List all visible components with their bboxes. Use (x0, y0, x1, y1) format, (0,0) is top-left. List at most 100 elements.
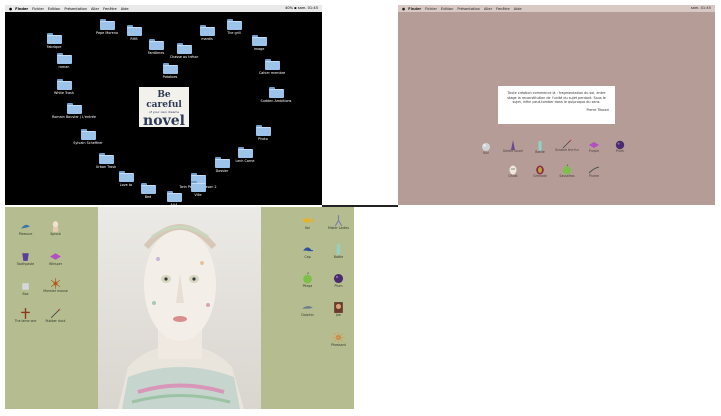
item-label: Bottle (333, 255, 344, 259)
desktop-item[interactable]: Koi (301, 212, 314, 230)
desktop-item[interactable]: Kiki (480, 138, 492, 155)
desktop-item[interactable]: Mister Ladies (328, 212, 349, 230)
desktop-item[interactable]: Plume (588, 161, 600, 178)
item-label: Scratch the fur (555, 148, 579, 152)
desktop-item[interactable]: Sassafras (559, 161, 575, 178)
desktop-item[interactable]: Scratch the fur (555, 135, 579, 152)
folder-label: Urban Trash (95, 165, 117, 169)
item-label: Gentle touch (502, 149, 524, 153)
item-label: Pheasant (331, 343, 346, 347)
menu-item[interactable]: Présentation (64, 7, 87, 11)
menu-app[interactable]: Finder (408, 7, 421, 11)
desktop-item[interactable]: Bottle (534, 137, 546, 154)
desktop-item[interactable]: Sprout (49, 218, 62, 236)
folder-icon (81, 129, 96, 140)
desktop-item[interactable]: Plum (614, 136, 626, 153)
folder-label: Dossier (215, 169, 229, 173)
desktop-item[interactable]: Cap (301, 241, 314, 259)
folder-icon (100, 19, 115, 30)
desktop-item[interactable]: Pleasure (19, 218, 32, 236)
folder-icon (67, 103, 82, 114)
desktop-item[interactable]: Pitaya (301, 270, 314, 288)
folder-label: Fantômes (147, 51, 165, 55)
item-label: Toothpaste (16, 262, 35, 266)
folder-label: Chasse au trésor (169, 55, 199, 59)
folder-label: Photo (258, 137, 268, 141)
folder-icon (127, 25, 142, 36)
item-label: Bottle (535, 150, 545, 154)
item-label: Whisper (48, 262, 63, 266)
menu-item[interactable]: Présentation (457, 7, 480, 11)
folder-label: mardis (201, 37, 213, 41)
menu-item[interactable]: Fenêtre (496, 7, 510, 11)
folder-label: Potatoes (162, 75, 178, 79)
item-label: Rubber duck (45, 319, 66, 323)
desktop-item[interactable]: Gentle touch (503, 136, 523, 153)
desktop-item[interactable]: Grenade (533, 161, 547, 178)
quote-menubar: ● Finder Fichier Edition Présentation Al… (398, 5, 715, 12)
desktop-item[interactable]: The lame one (15, 305, 36, 323)
apple-menu-icon[interactable]: ● (402, 7, 405, 11)
item-label: Dolphin (301, 313, 314, 317)
quote-card: Toute création commence là : fragmentati… (498, 86, 615, 124)
folder-label: White Trash (54, 91, 74, 95)
folder-label: image (253, 47, 265, 51)
item-label: Kiki (483, 151, 489, 155)
desktop-item[interactable]: Toothpaste (17, 248, 34, 266)
apple-menu-icon[interactable]: ● (9, 7, 12, 11)
folder-icon (227, 19, 242, 30)
desktop-item[interactable]: Box (19, 278, 32, 296)
folder-label: Cahier membre (258, 71, 286, 75)
menu-item[interactable]: Aide (121, 7, 129, 11)
item-label: Pleasure (18, 232, 33, 236)
menubar-status: sam. 01:45 (690, 6, 711, 10)
quote-screenshot: ● Finder Fichier Edition Présentation Al… (398, 5, 715, 205)
desktop-item[interactable]: Plum (332, 270, 345, 288)
folder-icon (200, 25, 215, 36)
menu-item[interactable]: Edition (441, 7, 453, 11)
folder-label: Pepe Moreno (96, 31, 118, 35)
sculpture-photo[interactable] (98, 207, 261, 409)
desktop-item[interactable]: Joe (332, 299, 345, 317)
folder-icon (238, 147, 253, 158)
folder-icon (167, 191, 182, 202)
folder-icon (149, 39, 164, 50)
ceramic-head-image (98, 207, 261, 409)
folder-label: Love to (119, 183, 133, 187)
desktop-item[interactable]: Purple (588, 136, 600, 153)
menu-item[interactable]: Fichier (425, 7, 437, 11)
desktop-item[interactable]: Pheasant (331, 329, 346, 347)
folder-icon (215, 157, 230, 168)
menu-app[interactable]: Finder (15, 7, 28, 11)
folder-label: Fabrique (46, 45, 62, 49)
finder-screenshot: ● Finder Fichier Edition Présentation Al… (5, 5, 322, 205)
item-label: Sprout (50, 232, 61, 236)
desktop-item[interactable]: Dolphin (301, 299, 314, 317)
folder-icon (252, 35, 267, 46)
item-label: Pitaya (302, 284, 313, 288)
folder-icon (177, 43, 192, 54)
desktop-item[interactable]: Ghost (507, 161, 519, 178)
menubar-status: 40% ▪ sam. 01:45 (285, 6, 318, 10)
menu-item[interactable]: Aller (484, 7, 492, 11)
menu-item[interactable]: Aide (514, 7, 522, 11)
desktop-item[interactable]: Monster mouse (43, 275, 68, 293)
item-label: Monster mouse (43, 289, 68, 293)
desktop-item[interactable]: Whisper (49, 248, 62, 266)
folder-label: Bed (144, 195, 152, 199)
folder-label: Lech Carne (235, 159, 255, 163)
menu-item[interactable]: Edition (48, 7, 60, 11)
menu-item[interactable]: Fenêtre (103, 7, 117, 11)
item-label: Cap (304, 255, 311, 259)
desktop-item[interactable]: Bottle (332, 241, 345, 259)
folder-icon (57, 53, 72, 64)
book-cover[interactable]: Be careful of your own dreams novel (139, 87, 189, 129)
item-label: Box (22, 292, 29, 296)
menu-item[interactable]: Fichier (32, 7, 44, 11)
sculpture-screenshot: Pleasure Sprout Toothpaste Whisper Box Monste… (5, 207, 354, 409)
item-label: Plume (589, 174, 599, 178)
menu-item[interactable]: Aller (91, 7, 99, 11)
folder-icon (119, 171, 134, 182)
folder-label: AAA (170, 203, 178, 205)
desktop-item[interactable]: Rubber duck (45, 305, 66, 323)
